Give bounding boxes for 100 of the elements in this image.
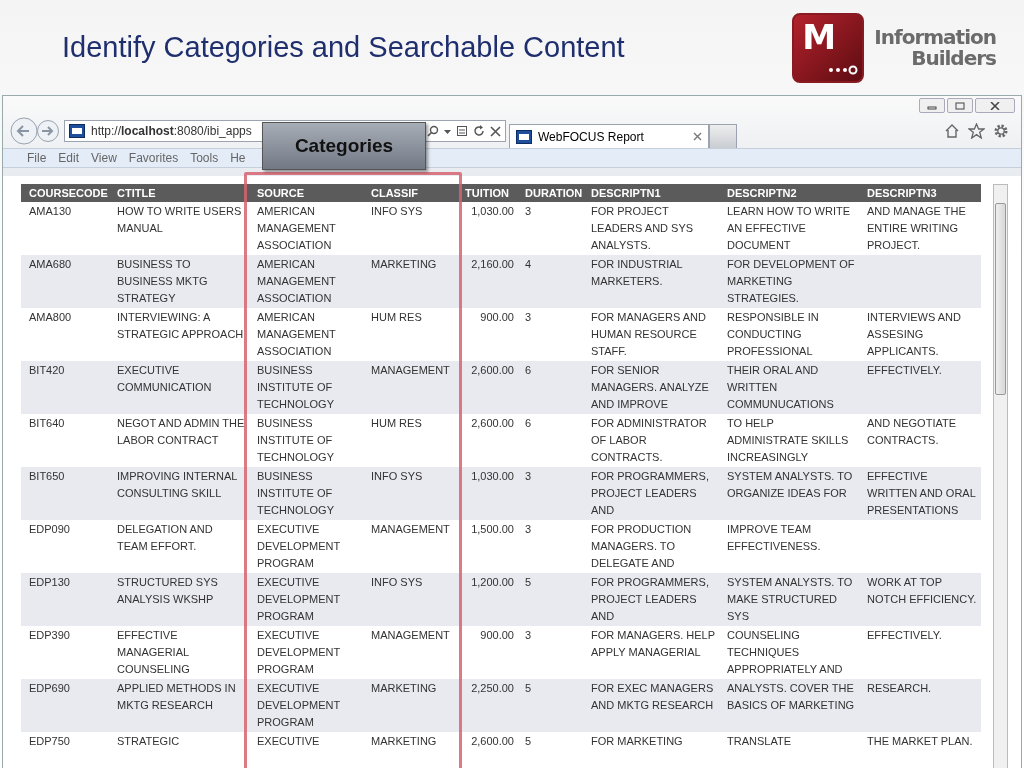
- table-cell: RESPONSIBLE IN CONDUCTING PROFESSIONAL: [727, 311, 819, 357]
- table-cell: MANAGEMENT: [371, 629, 450, 641]
- table-cell: FOR MARKETING: [591, 735, 683, 747]
- table-cell: MARKETING: [371, 682, 437, 694]
- table-cell: EDP750: [29, 735, 70, 747]
- table-cell: EDP130: [29, 576, 70, 588]
- table-cell: EXECUTIVE DEVELOPMENT PROGRAM: [257, 682, 340, 728]
- table-cell: 1,030.00: [471, 470, 514, 482]
- table-cell: FOR MANAGERS. HELP APPLY MANAGERIAL: [591, 629, 715, 658]
- table-cell: TO HELP ADMINISTRATE SKILLS INCREASINGLY: [727, 417, 849, 463]
- table-cell: EFFECTIVE WRITTEN AND ORAL PRESENTATIONS: [867, 470, 976, 516]
- table-cell: 3: [525, 205, 532, 217]
- table-cell: BUSINESS INSTITUTE OF TECHNOLOGY: [257, 364, 334, 410]
- company-name: Information: [874, 26, 996, 48]
- table-cell: 6: [525, 417, 532, 429]
- table-cell: EXECUTIVE DEVELOPMENT PROGRAM: [257, 576, 340, 622]
- table-cell: EXECUTIVE: [257, 735, 320, 747]
- company-name: Builders: [911, 47, 996, 69]
- table-cell: 2,160.00: [471, 258, 514, 270]
- table-cell: 5: [525, 576, 532, 588]
- table-cell: INFO SYS: [371, 470, 423, 482]
- table-cell: FOR MANAGERS AND HUMAN RESOURCE STAFF.: [591, 311, 706, 357]
- table-cell: HOW TO WRITE USERS MANUAL: [117, 205, 242, 234]
- table-cell: 4: [525, 258, 532, 270]
- table-cell: 3: [525, 523, 532, 535]
- table-cell: 2,600.00: [471, 364, 514, 376]
- table-cell: EDP390: [29, 629, 70, 641]
- table-cell: STRUCTURED SYS ANALYSIS WKSHP: [117, 576, 218, 605]
- table-cell: AMA800: [29, 311, 72, 323]
- table-cell: COUNSELING TECHNIQUES APPROPRIATELY AND: [727, 629, 843, 675]
- table-cell: INTERVIEWING: A STRATEGIC APPROACH: [117, 311, 244, 340]
- table-cell: EFFECTIVELY.: [867, 629, 942, 641]
- table-cell: AMERICAN MANAGEMENT ASSOCIATION: [257, 311, 336, 357]
- table-cell: FOR PRODUCTION MANAGERS. TO DELEGATE AND: [591, 523, 692, 569]
- table-cell: AND MANAGE THE ENTIRE WRITING PROJECT.: [867, 205, 966, 251]
- table-cell: MANAGEMENT: [371, 364, 450, 376]
- table-cell: 3: [525, 629, 532, 641]
- table-cell: 5: [525, 735, 532, 747]
- table-cell: 900.00: [480, 311, 514, 323]
- table-cell: BIT640: [29, 417, 65, 429]
- table-cell: HUM RES: [371, 311, 422, 323]
- table-cell: EDP090: [29, 523, 70, 535]
- table-cell: IMPROVING INTERNAL CONSULTING SKILL: [117, 470, 237, 499]
- table-cell: AMA680: [29, 258, 72, 270]
- table-cell: THEIR ORAL AND WRITTEN COMMUNUCATIONS: [727, 364, 834, 410]
- table-cell: BUSINESS INSTITUTE OF TECHNOLOGY: [257, 470, 334, 516]
- table-cell: EXECUTIVE DEVELOPMENT PROGRAM: [257, 629, 340, 675]
- callout-label: Categories: [262, 122, 426, 170]
- table-cell: AMERICAN MANAGEMENT ASSOCIATION: [257, 205, 336, 251]
- table-cell: BUSINESS INSTITUTE OF TECHNOLOGY: [257, 417, 334, 463]
- table-cell: THE MARKET PLAN.: [867, 735, 973, 747]
- table-cell: INTERVIEWS AND ASSESING APPLICANTS.: [867, 311, 961, 357]
- table-cell: HUM RES: [371, 417, 422, 429]
- table-cell: EDP690: [29, 682, 70, 694]
- table-cell: FOR ADMINISTRATOR OF LABOR CONTRACTS.: [591, 417, 707, 463]
- table-cell: 6: [525, 364, 532, 376]
- table-cell: LEARN HOW TO WRITE AN EFFECTIVE DOCUMENT: [727, 205, 851, 251]
- table-cell: 2,250.00: [471, 682, 514, 694]
- table-cell: INFO SYS: [371, 205, 423, 217]
- table-cell: EXECUTIVE DEVELOPMENT PROGRAM: [257, 523, 340, 569]
- table-cell: INFO SYS: [371, 576, 423, 588]
- table-cell: AMERICAN MANAGEMENT ASSOCIATION: [257, 258, 336, 304]
- table-cell: 900.00: [480, 629, 514, 641]
- table-cell: EFFECTIVELY.: [867, 364, 942, 376]
- logo-tile: M: [792, 12, 865, 83]
- table-cell: 2,600.00: [471, 417, 514, 429]
- table-cell: 1,030.00: [471, 205, 514, 217]
- table-cell: MARKETING: [371, 258, 437, 270]
- table-cell: 1,200.00: [471, 576, 514, 588]
- table-cell: SYSTEM ANALYSTS. TO MAKE STRUCTURED SYS: [727, 576, 853, 622]
- table-cell: EFFECTIVE MANAGERIAL COUNSELING: [117, 629, 190, 675]
- table-cell: STRATEGIC: [117, 735, 180, 747]
- table-cell: DELEGATION AND TEAM EFFORT.: [117, 523, 213, 552]
- table-cell: FOR PROGRAMMERS, PROJECT LEADERS AND: [591, 470, 709, 516]
- table-cell: FOR INDUSTRIAL MARKETERS.: [591, 258, 683, 287]
- table-cell: FOR DEVELOPMENT OF MARKETING STRATEGIES.: [727, 258, 855, 304]
- table-cell: AND NEGOTIATE CONTRACTS.: [867, 417, 957, 446]
- table-cell: RESEARCH.: [867, 682, 932, 694]
- table-cell: BIT420: [29, 364, 65, 376]
- table-cell: SYSTEM ANALYSTS. TO ORGANIZE IDEAS FOR: [727, 470, 853, 499]
- table-cell: MARKETING: [371, 735, 437, 747]
- table-cell: ANALYSTS. COVER THE BASICS OF MARKETING: [727, 682, 855, 711]
- table-cell: IMPROVE TEAM EFFECTIVENESS.: [727, 523, 821, 552]
- table-cell: FOR PROJECT LEADERS AND SYS ANALYSTS.: [591, 205, 694, 251]
- table-cell: TRANSLATE: [727, 735, 791, 747]
- slide-title: Identify Categories and Searchable Content: [62, 31, 625, 64]
- table-cell: NEGOT AND ADMIN THE LABOR CONTRACT: [117, 417, 245, 446]
- table-cell: FOR PROGRAMMERS, PROJECT LEADERS AND: [591, 576, 709, 622]
- table-cell: FOR EXEC MANAGERS AND MKTG RESEARCH: [591, 682, 714, 711]
- table-cell: 3: [525, 311, 532, 323]
- table-cell: 5: [525, 682, 532, 694]
- table-cell: AMA130: [29, 205, 72, 217]
- table-cell: FOR SENIOR MANAGERS. ANALYZE AND IMPROVE: [591, 364, 709, 410]
- table-cell: EXECUTIVE COMMUNICATION: [117, 364, 212, 393]
- table-cell: MANAGEMENT: [371, 523, 450, 535]
- table-cell: BUSINESS TO BUSINESS MKTG STRATEGY: [117, 258, 208, 304]
- table-cell: 1,500.00: [471, 523, 514, 535]
- table-cell: 2,600.00: [471, 735, 514, 747]
- table-cell: BIT650: [29, 470, 65, 482]
- table-cell: WORK AT TOP NOTCH EFFICIENCY.: [867, 576, 977, 605]
